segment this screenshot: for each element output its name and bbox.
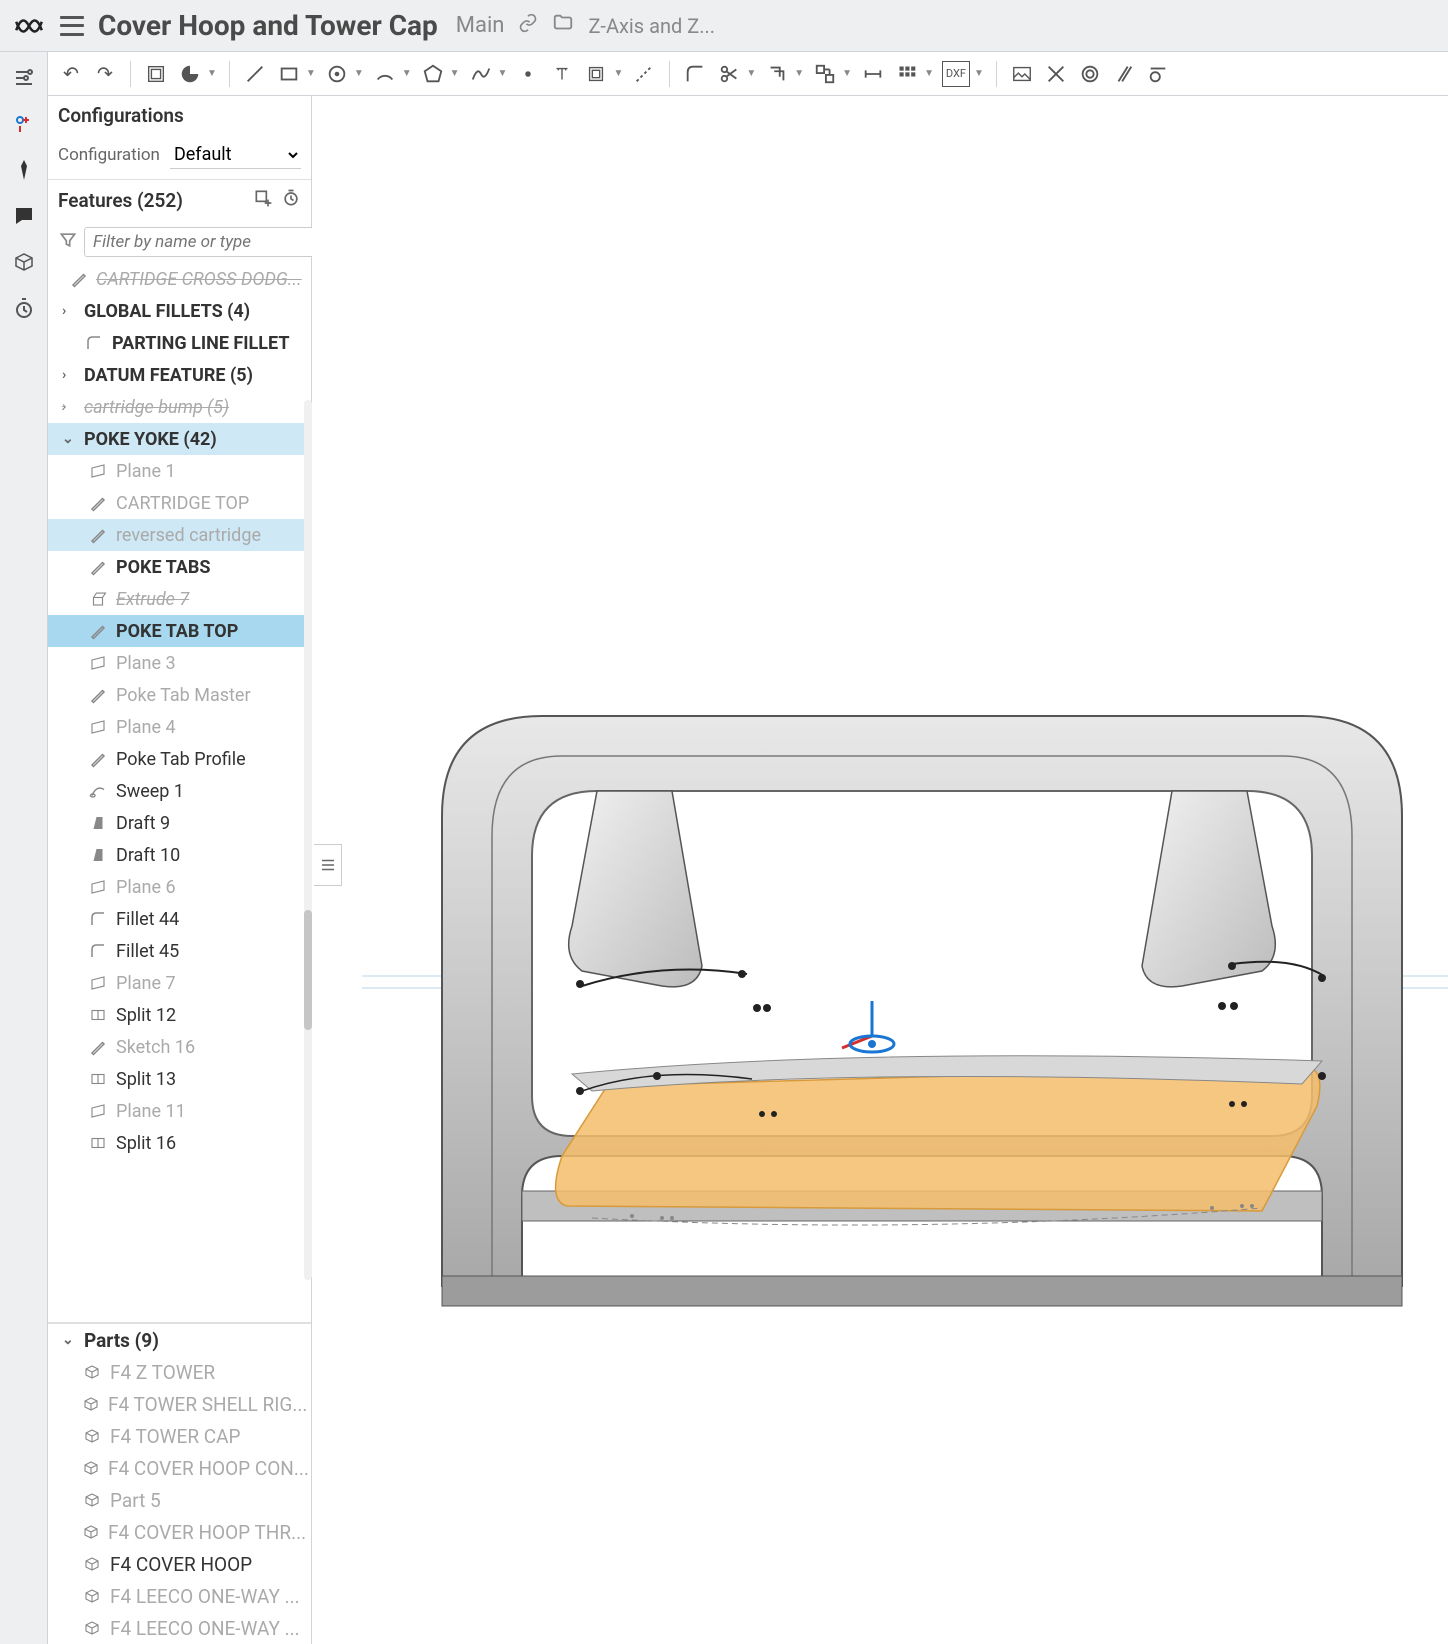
feature-tree[interactable]: CARTIDGE CROSS DODG...›GLOBAL FILLETS (4… — [48, 263, 311, 1322]
feature-item[interactable]: Fillet 45 — [48, 935, 311, 967]
model-render — [362, 636, 1448, 1636]
part-item[interactable]: F4 COVER HOOP THR... — [48, 1516, 311, 1548]
dxf-icon[interactable]: DXF — [942, 61, 970, 87]
redo-icon[interactable]: ↷ — [92, 61, 118, 87]
feature-item[interactable]: Split 12 — [48, 999, 311, 1031]
feature-item[interactable]: ›DATUM FEATURE (5) — [48, 359, 311, 391]
feature-item[interactable]: CARTRIDGE TOP — [48, 487, 311, 519]
document-title: Cover Hoop and Tower Cap — [98, 9, 438, 42]
feature-item[interactable]: Plane 4 — [48, 711, 311, 743]
configurations-section: Configurations Configuration Default — [48, 96, 311, 180]
feature-item[interactable]: POKE TABS — [48, 551, 311, 583]
fillet-icon[interactable] — [682, 61, 708, 87]
feature-item[interactable]: reversed cartridge — [48, 519, 311, 551]
parallel-icon[interactable] — [1111, 61, 1137, 87]
feature-item[interactable]: Extrude 7 — [48, 583, 311, 615]
configuration-select[interactable]: Default — [170, 141, 301, 169]
link-icon[interactable] — [518, 13, 538, 38]
add-feature-icon[interactable] — [253, 188, 273, 213]
construction-icon[interactable] — [631, 61, 657, 87]
feature-item[interactable]: POKE TAB TOP — [48, 615, 311, 647]
feature-item[interactable]: Plane 7 — [48, 967, 311, 999]
feature-filter-input[interactable] — [84, 227, 324, 257]
point-icon[interactable] — [515, 61, 541, 87]
part-item[interactable]: F4 LEECO ONE-WAY ... — [48, 1612, 311, 1644]
feature-item[interactable]: Plane 3 — [48, 647, 311, 679]
part-item[interactable]: Part 5 — [48, 1484, 311, 1516]
rail-timer-icon[interactable] — [10, 294, 38, 322]
configurations-header: Configurations — [48, 96, 311, 135]
rect-icon[interactable] — [276, 61, 302, 87]
configurations-title: Configurations — [58, 104, 184, 127]
folder-icon[interactable] — [552, 12, 574, 39]
3d-viewport[interactable] — [312, 96, 1448, 1644]
feature-item[interactable]: Plane 11 — [48, 1095, 311, 1127]
transform-icon[interactable] — [812, 61, 838, 87]
app-header: Cover Hoop and Tower Cap Main Z-Axis and… — [0, 0, 1448, 52]
line-icon[interactable] — [242, 61, 268, 87]
configuration-label: Configuration — [58, 145, 160, 165]
image-icon[interactable] — [1009, 61, 1035, 87]
feature-item[interactable]: Sweep 1 — [48, 775, 311, 807]
features-header: Features (252) — [48, 180, 311, 221]
rail-appearance-icon[interactable] — [10, 156, 38, 184]
undo-icon[interactable]: ↶ — [58, 61, 84, 87]
tangent-icon[interactable] — [1145, 61, 1171, 87]
feature-item[interactable]: Poke Tab Profile — [48, 743, 311, 775]
parts-header[interactable]: ⌄Parts (9) — [48, 1324, 311, 1356]
part-item[interactable]: F4 COVER HOOP CON... — [48, 1452, 311, 1484]
feature-item[interactable]: Plane 1 — [48, 455, 311, 487]
coincident-icon[interactable] — [1043, 61, 1069, 87]
feature-scrollbar[interactable] — [304, 400, 312, 1280]
circle-icon[interactable] — [324, 61, 350, 87]
feature-item[interactable]: ⌄POKE YOKE (42) — [48, 423, 311, 455]
concentric-icon[interactable] — [1077, 61, 1103, 87]
feature-item[interactable]: PARTING LINE FILLET — [48, 327, 311, 359]
polygon-icon[interactable] — [420, 61, 446, 87]
feature-item[interactable]: Sketch 16 — [48, 1031, 311, 1063]
offset-icon[interactable] — [764, 61, 790, 87]
folder-breadcrumb[interactable]: Z-Axis and Z... — [588, 14, 715, 38]
feature-item[interactable]: Split 13 — [48, 1063, 311, 1095]
spline-icon[interactable] — [468, 61, 494, 87]
part-item[interactable]: F4 COVER HOOP — [48, 1548, 311, 1580]
feature-toolbar: ↶ ↷ ▼ ▼ ▼ ▼ ▼ ▼ ▼ ▼ ▼ ▼ ▼ DXF▼ — [48, 52, 1448, 96]
feature-item[interactable]: CARTIDGE CROSS DODG... — [48, 263, 311, 295]
branch-name[interactable]: Main — [456, 13, 505, 38]
arc-icon[interactable] — [372, 61, 398, 87]
left-icon-rail — [0, 52, 48, 1644]
pacman-icon[interactable] — [177, 61, 203, 87]
menu-button[interactable] — [60, 16, 84, 36]
part-item[interactable]: F4 TOWER CAP — [48, 1420, 311, 1452]
feature-item[interactable]: Poke Tab Master — [48, 679, 311, 711]
sketch-icon[interactable] — [143, 61, 169, 87]
part-item[interactable]: F4 Z TOWER — [48, 1356, 311, 1388]
panel-collapse-tab[interactable] — [314, 844, 342, 886]
onshape-logo[interactable] — [12, 9, 46, 43]
pattern-icon[interactable] — [894, 61, 920, 87]
trim-icon[interactable] — [716, 61, 742, 87]
feature-item[interactable]: ›GLOBAL FILLETS (4) — [48, 295, 311, 327]
feature-item[interactable]: Split 16 — [48, 1127, 311, 1159]
features-title: Features (252) — [58, 189, 183, 212]
feature-item[interactable]: Draft 9 — [48, 807, 311, 839]
rail-cube-icon[interactable] — [10, 248, 38, 276]
feature-item[interactable]: Fillet 44 — [48, 903, 311, 935]
filter-funnel-icon[interactable] — [58, 230, 78, 255]
feature-item[interactable]: Draft 10 — [48, 839, 311, 871]
rail-tune-icon[interactable] — [10, 64, 38, 92]
part-item[interactable]: F4 TOWER SHELL RIG... — [48, 1388, 311, 1420]
rollback-timer-icon[interactable] — [281, 188, 301, 213]
use-icon[interactable] — [583, 61, 609, 87]
rail-comment-icon[interactable] — [10, 202, 38, 230]
feature-panel: Configurations Configuration Default Fea… — [48, 96, 312, 1644]
part-item[interactable]: F4 LEECO ONE-WAY ... — [48, 1580, 311, 1612]
parts-section: ⌄Parts (9) F4 Z TOWERF4 TOWER SHELL RIG.… — [48, 1323, 311, 1644]
text-icon[interactable] — [549, 61, 575, 87]
rail-add-icon[interactable] — [10, 110, 38, 138]
feature-item[interactable]: ›cartridge bump (5) — [48, 391, 311, 423]
dimension-icon[interactable] — [860, 61, 886, 87]
feature-item[interactable]: Plane 6 — [48, 871, 311, 903]
